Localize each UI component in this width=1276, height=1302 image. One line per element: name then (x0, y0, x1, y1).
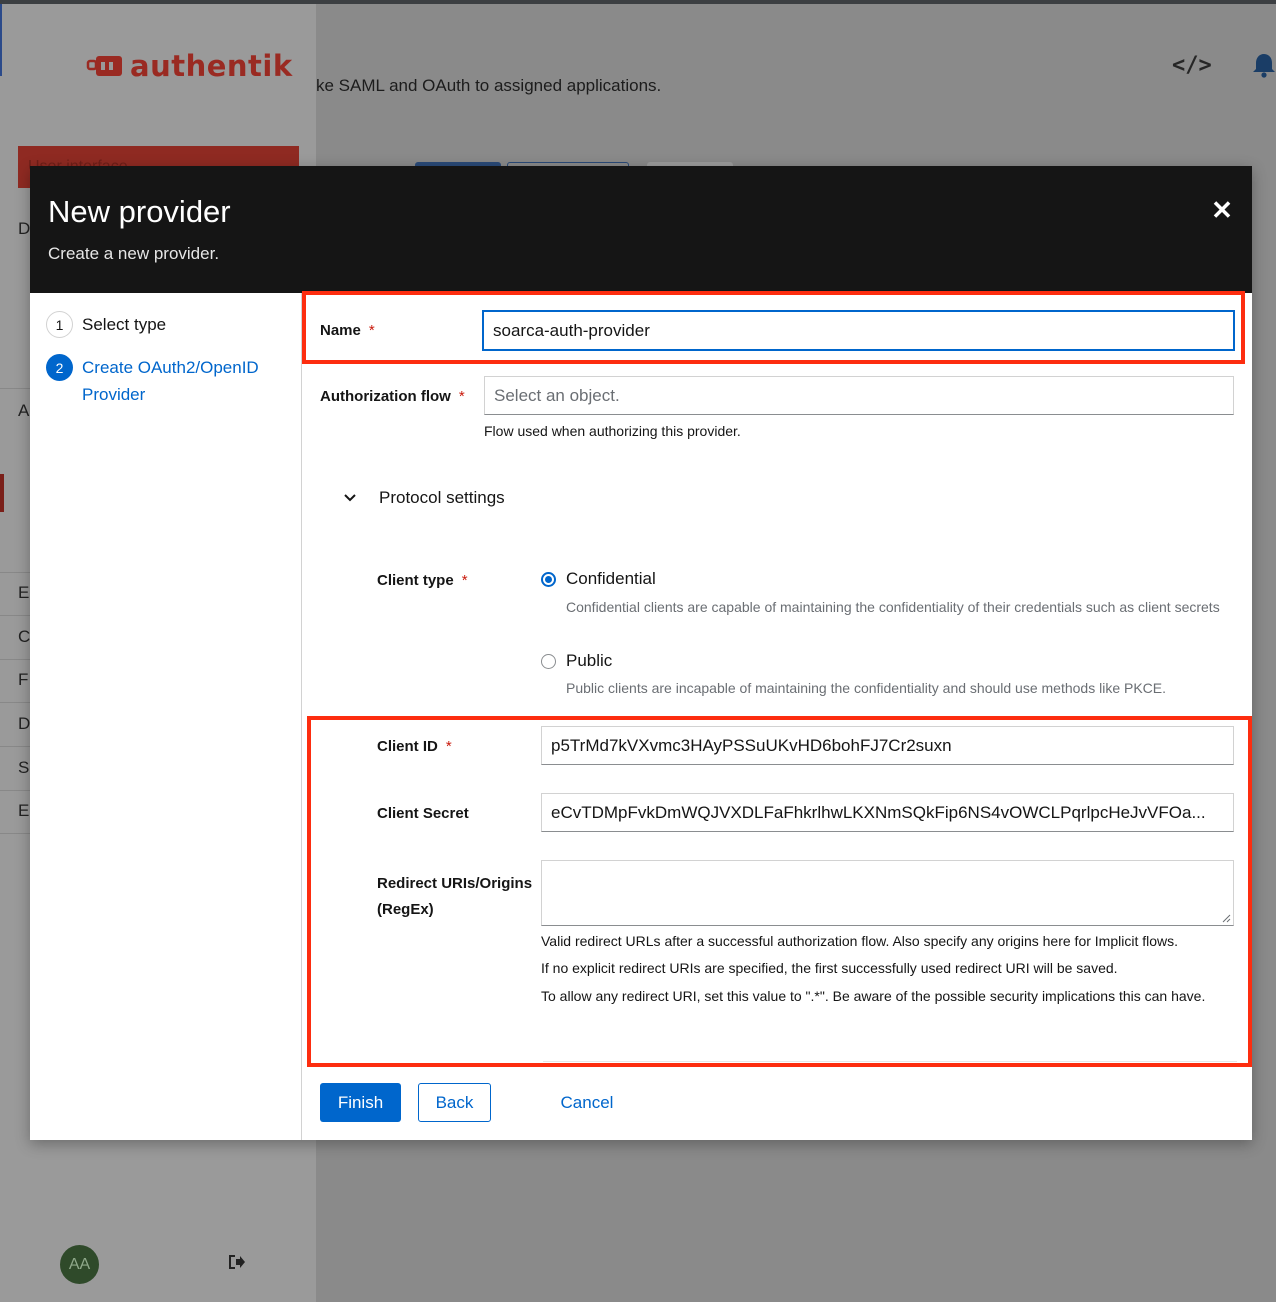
close-icon[interactable]: ✕ (1208, 195, 1236, 225)
back-button[interactable]: Back (418, 1083, 491, 1122)
resize-handle-icon[interactable] (1222, 914, 1231, 923)
sidebar-item-letter[interactable]: F (18, 670, 28, 690)
client-id-label-text: Client ID (377, 738, 438, 755)
required-marker: * (458, 388, 465, 405)
authorization-flow-helper: Flow used when authorizing this provider… (484, 423, 741, 439)
redirect-uris-helper: If no explicit redirect URIs are specifi… (541, 960, 1118, 976)
finish-button[interactable]: Finish (320, 1083, 401, 1122)
name-label: Name * (320, 322, 375, 339)
brand-name: authentik (130, 49, 293, 83)
client-secret-value: eCvTDMpFvkDmWQJVXDLFaFhkrlhwLKXNmSQkFip6… (551, 802, 1206, 822)
required-marker: * (461, 572, 468, 589)
radio-selected[interactable] (541, 571, 556, 587)
redirect-uris-label: Redirect URIs/Origins (RegEx) (377, 871, 532, 923)
radio-label: Confidential (566, 569, 656, 588)
step-number: 2 (46, 354, 73, 381)
sidebar-edge (0, 4, 2, 76)
sidebar-item-letter[interactable]: E (18, 583, 29, 603)
chevron-down-icon (344, 494, 356, 502)
sidebar-item-letter[interactable]: D (18, 714, 30, 734)
page-description: ke SAML and OAuth to assigned applicatio… (316, 76, 662, 95)
redirect-uris-helper: Valid redirect URLs after a successful a… (541, 933, 1179, 949)
brand-logo: authentik (86, 46, 293, 86)
name-label-text: Name (320, 322, 361, 339)
sidebar-item-letter[interactable]: C (18, 627, 30, 647)
required-marker: * (368, 322, 375, 339)
redirect-uris-label-line: Redirect URIs/Origins (377, 875, 533, 892)
authorization-flow-label-text: Authorization flow (320, 388, 451, 405)
sidebar-active-indicator (0, 474, 4, 512)
client-type-label-text: Client type (377, 572, 454, 589)
cancel-button[interactable]: Cancel (549, 1083, 625, 1122)
new-provider-modal: New provider Create a new provider. ✕ 1 … (30, 166, 1252, 1140)
redirect-uris-helper: To allow any redirect URI, set this valu… (541, 988, 1206, 1004)
step-label: Create OAuth2/OpenID Provider (82, 358, 259, 404)
wizard-steps: 1 Select type 2 Create OAuth2/OpenID Pro… (30, 293, 302, 1140)
name-input[interactable]: soarca-auth-provider (482, 310, 1235, 351)
wizard-step-select-type[interactable]: 1 Select type (46, 311, 166, 338)
protocol-settings-toggle[interactable]: Protocol settings (343, 488, 505, 508)
sidebar-item-letter[interactable]: E (18, 801, 29, 821)
name-input-value: soarca-auth-provider (493, 320, 650, 340)
client-secret-input[interactable]: eCvTDMpFvkDmWQJVXDLFaFhkrlhwLKXNmSQkFip6… (541, 793, 1234, 832)
client-type-confidential-radio[interactable]: Confidential (541, 569, 656, 589)
client-type-public-radio[interactable]: Public (541, 651, 612, 671)
provider-form: Name * soarca-auth-provider Authorization… (303, 293, 1252, 1140)
authorization-flow-select[interactable]: Select an object. (484, 376, 1234, 415)
bell-icon[interactable] (1252, 52, 1276, 78)
avatar[interactable]: AA (60, 1245, 99, 1284)
public-description: Public clients are incapable of maintain… (566, 680, 1167, 696)
code-icon[interactable]: </> (1172, 53, 1212, 78)
radio-unselected[interactable] (541, 653, 556, 669)
authorization-flow-placeholder: Select an object. (494, 385, 620, 405)
modal-description: Create a new provider. (48, 244, 220, 263)
modal-title: New provider (48, 194, 231, 229)
modal-header: New provider Create a new provider. ✕ (30, 166, 1252, 293)
authorization-flow-label: Authorization flow * (320, 388, 465, 405)
client-id-label: Client ID * (377, 738, 452, 755)
wizard-step-create-provider[interactable]: 2 Create OAuth2/OpenID Provider (46, 354, 282, 408)
radio-label: Public (566, 651, 613, 670)
client-id-value: p5TrMd7kVXvmc3HAyPSSuUKvHD6bohFJ7Cr2suxn (551, 735, 952, 755)
client-id-input[interactable]: p5TrMd7kVXvmc3HAyPSSuUKvHD6bohFJ7Cr2suxn (541, 726, 1234, 765)
client-secret-label: Client Secret (377, 805, 469, 822)
header-actions: </> (1172, 52, 1276, 78)
redirect-uris-label-line: (RegEx) (377, 901, 434, 918)
form-divider (543, 1061, 1237, 1062)
authentik-logo-icon (86, 56, 122, 76)
confidential-description: Confidential clients are capable of main… (566, 599, 1220, 615)
step-number: 1 (46, 311, 73, 338)
sidebar-item-letter[interactable]: D (18, 219, 30, 239)
sidebar-item-letter[interactable]: A (18, 401, 29, 421)
protocol-settings-label: Protocol settings (379, 488, 505, 507)
client-type-label: Client type * (377, 572, 468, 589)
redirect-uris-textarea[interactable] (541, 860, 1234, 926)
step-label: Select type (82, 315, 167, 334)
logout-icon[interactable] (228, 1254, 246, 1270)
required-marker: * (445, 738, 452, 755)
sidebar-item-letter[interactable]: S (18, 758, 29, 778)
